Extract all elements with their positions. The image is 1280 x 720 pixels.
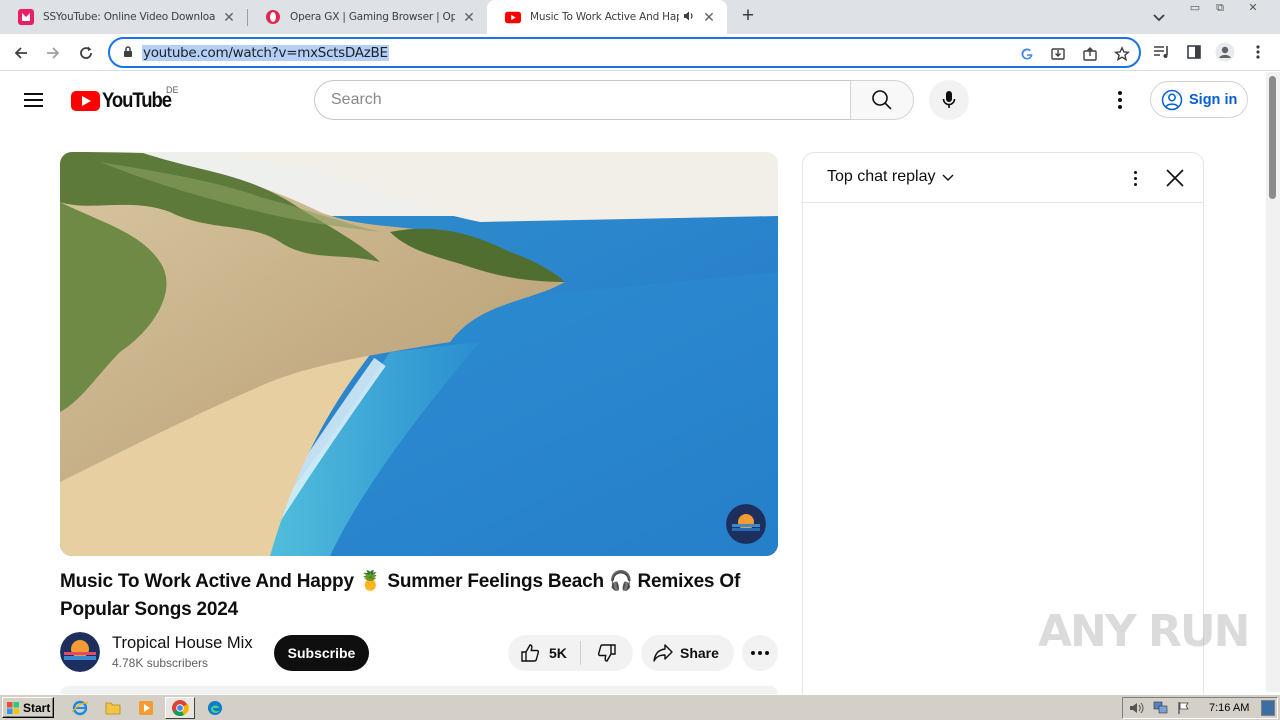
media-player-icon[interactable] xyxy=(137,699,155,717)
sign-in-label: Sign in xyxy=(1189,91,1238,108)
network-icon[interactable] xyxy=(1153,701,1169,720)
video-title: Music To Work Active And Happy 🍍 Summer … xyxy=(60,571,741,620)
search-icon xyxy=(872,90,892,110)
chat-close-icon[interactable] xyxy=(1163,166,1187,190)
description-box[interactable] xyxy=(60,686,778,694)
like-button[interactable]: 5K xyxy=(508,635,580,671)
tab-close-icon[interactable]: ✕ xyxy=(221,9,237,25)
microphone-icon xyxy=(942,91,956,108)
volume-icon[interactable] xyxy=(1129,701,1145,720)
chat-header: Top chat replay xyxy=(803,153,1203,203)
youtube-masthead: YouTube DE Sign in xyxy=(0,72,1266,128)
tab-search-chevron-icon[interactable] xyxy=(1152,10,1166,29)
back-button[interactable] xyxy=(8,40,34,66)
url-text[interactable]: youtube.com/watch?v=mxSctsDAzBE xyxy=(142,45,389,61)
action-center-flag-icon[interactable] xyxy=(1177,701,1191,720)
side-panel-icon[interactable] xyxy=(1184,42,1204,62)
share-button[interactable]: Share xyxy=(641,635,734,671)
tab-close-icon[interactable]: ✕ xyxy=(701,9,717,25)
media-control-icon[interactable] xyxy=(1152,42,1172,62)
youtube-play-logo-icon xyxy=(71,91,100,111)
back-arrow-icon xyxy=(14,47,27,59)
internet-explorer-icon[interactable] xyxy=(71,699,89,717)
bookmark-star-icon[interactable] xyxy=(1113,45,1131,63)
channel-name[interactable]: Tropical House Mix xyxy=(112,634,253,653)
tab-title: Music To Work Active And Happy xyxy=(530,11,679,23)
start-label: Start xyxy=(23,700,51,715)
thumbs-down-icon xyxy=(597,644,616,662)
clock: 7:16 AM xyxy=(1209,702,1250,714)
chrome-taskbar-icon[interactable] xyxy=(165,697,195,719)
video-player[interactable] xyxy=(60,152,778,556)
page-scrollbar[interactable] xyxy=(1266,72,1280,692)
chat-title-label: Top chat replay xyxy=(827,168,936,185)
guide-menu-icon[interactable] xyxy=(24,90,48,110)
file-explorer-icon[interactable] xyxy=(104,699,122,717)
search-button[interactable] xyxy=(850,80,914,120)
system-tray: 7:16 AM xyxy=(1122,697,1278,719)
tab-youtube-active[interactable]: Music To Work Active And Happy ✕ xyxy=(487,0,727,34)
chat-more-icon[interactable] xyxy=(1123,166,1147,190)
voice-search-button[interactable] xyxy=(929,80,969,120)
tab-opera-gx[interactable]: Opera GX | Gaming Browser | Opera ✕ xyxy=(247,0,487,34)
channel-watermark-icon[interactable] xyxy=(726,504,766,544)
anyrun-watermark: ANY RUN xyxy=(1038,606,1250,657)
new-tab-button[interactable]: + xyxy=(737,5,759,28)
tab-title: Opera GX | Gaming Browser | Opera xyxy=(290,11,455,23)
ssyoutube-favicon-icon xyxy=(18,9,34,25)
share-label: Share xyxy=(680,645,719,661)
subscriber-count: 4.78K subscribers xyxy=(112,656,209,670)
show-desktop-icon[interactable] xyxy=(1261,700,1275,716)
opera-favicon-icon xyxy=(265,9,281,25)
like-dislike-group: 5K xyxy=(508,635,633,671)
forward-arrow-icon xyxy=(47,47,60,59)
tab-close-icon[interactable]: ✕ xyxy=(461,9,477,25)
search-input[interactable] xyxy=(331,91,851,109)
channel-avatar[interactable] xyxy=(60,632,100,672)
dislike-button[interactable] xyxy=(581,635,633,671)
speaker-audio-icon[interactable] xyxy=(683,10,695,25)
share-arrow-icon xyxy=(653,644,673,662)
scrollbar-thumb[interactable] xyxy=(1269,76,1276,199)
address-bar[interactable]: youtube.com/watch?v=mxSctsDAzBE xyxy=(108,37,1141,68)
tab-strip: SSYouTube: Online Video Downloader ✕ Ope… xyxy=(0,0,1280,34)
video-frame-beach-image xyxy=(60,152,778,556)
install-app-icon[interactable] xyxy=(1049,45,1067,63)
close-window-button[interactable]: ✕ xyxy=(1242,2,1264,16)
thumbs-up-icon xyxy=(521,644,540,662)
tab-title: SSYouTube: Online Video Downloader xyxy=(43,11,215,23)
sign-in-button[interactable]: Sign in xyxy=(1150,81,1248,118)
restore-button[interactable]: ⧉ xyxy=(1209,2,1231,16)
subscribe-button[interactable]: Subscribe xyxy=(274,635,369,671)
search-box[interactable] xyxy=(314,80,851,120)
chevron-down-icon xyxy=(942,174,954,181)
forward-button[interactable] xyxy=(40,40,66,66)
tab-ssyoutube[interactable]: SSYouTube: Online Video Downloader ✕ xyxy=(0,0,247,34)
account-circle-icon xyxy=(1161,89,1183,110)
edge-icon[interactable] xyxy=(206,699,224,717)
like-count: 5K xyxy=(549,645,567,661)
start-button[interactable]: Start xyxy=(2,697,54,718)
country-code: DE xyxy=(166,85,179,95)
google-translate-icon[interactable] xyxy=(1018,45,1036,63)
profile-avatar-icon[interactable] xyxy=(1215,42,1235,62)
minimize-button[interactable]: ▭ xyxy=(1184,2,1206,16)
reload-icon xyxy=(80,46,92,59)
windows-taskbar: Start 7:16 AM xyxy=(0,694,1280,720)
chat-mode-dropdown[interactable]: Top chat replay xyxy=(827,168,955,186)
watermark-text: ANY RUN xyxy=(1038,606,1250,657)
chrome-menu-icon[interactable] xyxy=(1248,42,1268,62)
youtube-logo-text: YouTube xyxy=(102,89,172,112)
share-page-icon[interactable] xyxy=(1081,45,1099,63)
lock-icon[interactable] xyxy=(122,45,134,64)
youtube-favicon-icon xyxy=(505,9,521,25)
more-actions-button[interactable] xyxy=(742,635,778,671)
browser-toolbar: youtube.com/watch?v=mxSctsDAzBE xyxy=(0,34,1280,71)
settings-menu-icon[interactable] xyxy=(1108,88,1132,112)
youtube-logo[interactable]: YouTube DE xyxy=(71,85,180,113)
windows-logo-icon xyxy=(7,701,19,714)
reload-button[interactable] xyxy=(73,40,99,66)
